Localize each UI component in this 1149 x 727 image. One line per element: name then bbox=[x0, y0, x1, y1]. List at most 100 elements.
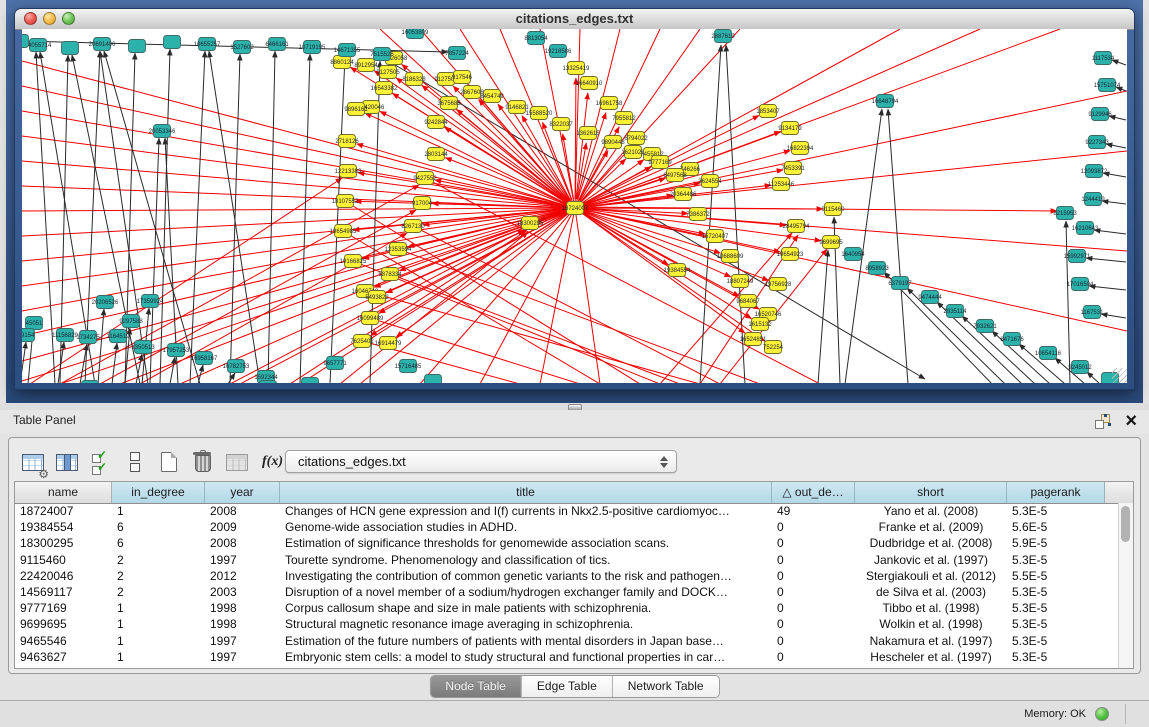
graph-node[interactable]: 45051 bbox=[26, 317, 44, 330]
scrollbar-thumb[interactable] bbox=[1121, 506, 1130, 542]
graph-node[interactable]: 9699695 bbox=[819, 236, 843, 249]
graph-node[interactable]: 9242844 bbox=[424, 116, 448, 129]
graph-node[interactable]: 16210643 bbox=[1072, 222, 1099, 235]
graph-node[interactable]: 16640910 bbox=[576, 77, 603, 90]
graph-node[interactable]: 9297588 bbox=[119, 315, 143, 328]
graph-node[interactable]: 15992971 bbox=[1064, 250, 1091, 263]
graph-node[interactable]: 10655257 bbox=[194, 38, 221, 51]
column-header[interactable]: in_degree bbox=[112, 482, 205, 503]
graph-node[interactable]: 8454749 bbox=[480, 90, 504, 103]
graph-node[interactable]: 39154 bbox=[22, 329, 35, 342]
graph-node[interactable] bbox=[260, 381, 277, 384]
graph-node[interactable]: 17957253 bbox=[163, 344, 190, 357]
graph-node[interactable] bbox=[425, 375, 442, 384]
column-header[interactable]: year bbox=[205, 482, 280, 503]
graph-node[interactable]: 15751074 bbox=[1094, 79, 1121, 92]
graph-node[interactable]: 6497568 bbox=[663, 169, 687, 182]
column-header[interactable]: name bbox=[15, 482, 112, 503]
graph-node[interactable]: 1164519 bbox=[107, 330, 131, 343]
graph-node[interactable] bbox=[62, 42, 79, 55]
graph-node[interactable]: 10719195 bbox=[299, 41, 326, 54]
graph-node[interactable]: 8322037 bbox=[549, 118, 573, 131]
graph-node[interactable] bbox=[302, 378, 319, 384]
column-header[interactable]: title bbox=[280, 482, 772, 503]
graph-node[interactable]: 8958923 bbox=[865, 262, 889, 275]
graph-node[interactable]: 2803144 bbox=[424, 148, 448, 161]
graph-node[interactable]: 8215953 bbox=[1053, 207, 1077, 220]
close-panel-icon[interactable]: × bbox=[1125, 409, 1137, 433]
graph-node[interactable]: 9890448 bbox=[601, 136, 625, 149]
graph-node[interactable]: 3624554 bbox=[698, 175, 722, 188]
table-scrollbar[interactable] bbox=[1118, 503, 1133, 668]
column-header[interactable]: pagerank bbox=[1007, 482, 1105, 503]
table-row[interactable]: 1872400712008Changes of HCN gene express… bbox=[15, 503, 1119, 519]
graph-node[interactable]: 7453391 bbox=[781, 162, 805, 175]
graph-node[interactable]: 9127505 bbox=[376, 66, 400, 79]
graph-node[interactable] bbox=[22, 35, 29, 48]
column-header[interactable]: △ out_de… bbox=[772, 482, 855, 503]
graph-node[interactable]: 16053809 bbox=[402, 29, 429, 39]
graph-node[interactable]: 9227343 bbox=[1085, 136, 1109, 149]
graph-node[interactable]: 9115460 bbox=[822, 203, 846, 216]
resize-grip-icon[interactable] bbox=[1112, 368, 1127, 383]
column-header[interactable]: short bbox=[855, 482, 1007, 503]
graph-node[interactable]: 1117534 bbox=[1092, 52, 1115, 65]
graph-node[interactable]: 20053346 bbox=[149, 125, 176, 138]
graph-node[interactable]: 8860124 bbox=[330, 56, 354, 69]
graph-node[interactable]: 1853407 bbox=[756, 105, 780, 118]
graph-node[interactable]: 16782753 bbox=[223, 360, 250, 373]
graph-node[interactable]: 9134179 bbox=[778, 122, 802, 135]
tab-node-table[interactable]: Node Table bbox=[430, 676, 522, 697]
select-all-columns-icon[interactable]: ✓✓ bbox=[88, 449, 114, 475]
graph-node[interactable]: 19166825 bbox=[340, 255, 367, 268]
graph-node[interactable]: 10654116 bbox=[1035, 347, 1062, 360]
tab-network-table[interactable]: Network Table bbox=[613, 676, 719, 697]
float-panel-icon[interactable] bbox=[1095, 414, 1110, 429]
graph-node[interactable]: 5493822 bbox=[365, 291, 389, 304]
table-row[interactable]: 1938455462009Genome-wide association stu… bbox=[15, 519, 1119, 535]
graph-node[interactable]: 9427552 bbox=[413, 172, 437, 185]
graph-node[interactable]: 16543382 bbox=[371, 82, 398, 95]
graph-node[interactable]: 9896161 bbox=[344, 103, 368, 116]
graph-node[interactable] bbox=[164, 36, 181, 49]
graph-node[interactable]: 7857224 bbox=[445, 47, 469, 60]
zoom-window-button[interactable] bbox=[62, 12, 75, 25]
graph-node[interactable]: 16914479 bbox=[375, 337, 402, 350]
graph-node[interactable]: 15716485 bbox=[395, 360, 422, 373]
graph-node[interactable]: 14671355 bbox=[334, 44, 361, 57]
graph-node[interactable]: 2718126 bbox=[335, 135, 359, 148]
table-row[interactable]: 977716911998Corpus callosum shape and si… bbox=[15, 600, 1119, 616]
graph-node[interactable]: 752254 bbox=[763, 341, 784, 354]
graph-node[interactable]: 2887619 bbox=[711, 30, 735, 43]
graph-node[interactable]: 7386372 bbox=[686, 208, 710, 221]
graph-node[interactable]: 917546 bbox=[452, 71, 473, 84]
graph-node[interactable]: 8471676 bbox=[1000, 333, 1024, 346]
table-options-icon[interactable]: ⚙ bbox=[20, 449, 46, 475]
graph-node[interactable]: 9245012 bbox=[1068, 361, 1092, 374]
network-view-window[interactable]: citations_edges.txt 18724007183002958860… bbox=[14, 8, 1135, 390]
graph-node[interactable]: 13325419 bbox=[563, 62, 590, 75]
graph-node[interactable]: 7955812 bbox=[612, 112, 636, 125]
graph-node[interactable]: 9684067 bbox=[736, 295, 760, 308]
minimize-window-button[interactable] bbox=[43, 12, 56, 25]
table-row[interactable]: 911546021997Tourette syndrome. Phenomeno… bbox=[15, 552, 1119, 568]
graph-node[interactable]: 16822394 bbox=[787, 142, 814, 155]
graph-node[interactable]: 6794022 bbox=[624, 132, 648, 145]
graph-node[interactable]: 19654985 bbox=[330, 225, 357, 238]
graph-node[interactable]: 6379197 bbox=[888, 277, 912, 290]
graph-node[interactable]: 3675685 bbox=[437, 97, 461, 110]
graph-node[interactable]: 6466161 bbox=[265, 38, 289, 51]
graph-node[interactable]: 917004 bbox=[412, 197, 433, 210]
graph-node[interactable] bbox=[129, 40, 146, 53]
graph-node[interactable]: 16524851 bbox=[740, 333, 767, 346]
graph-node[interactable]: 1527602 bbox=[230, 41, 254, 54]
graph-node[interactable]: 12353594 bbox=[385, 243, 412, 256]
graph-node[interactable]: 1350513 bbox=[131, 341, 155, 354]
graph-node[interactable]: 10688609 bbox=[717, 250, 744, 263]
table-row[interactable]: 946554611997Estimation of the future num… bbox=[15, 633, 1119, 649]
graph-node[interactable]: 11253446 bbox=[768, 178, 795, 191]
graph-node[interactable]: 11156829 bbox=[52, 329, 78, 342]
table-row[interactable]: 1830029562008Estimation of significance … bbox=[15, 535, 1119, 551]
close-window-button[interactable] bbox=[24, 12, 37, 25]
graph-node[interactable]: 9777169 bbox=[648, 156, 672, 169]
